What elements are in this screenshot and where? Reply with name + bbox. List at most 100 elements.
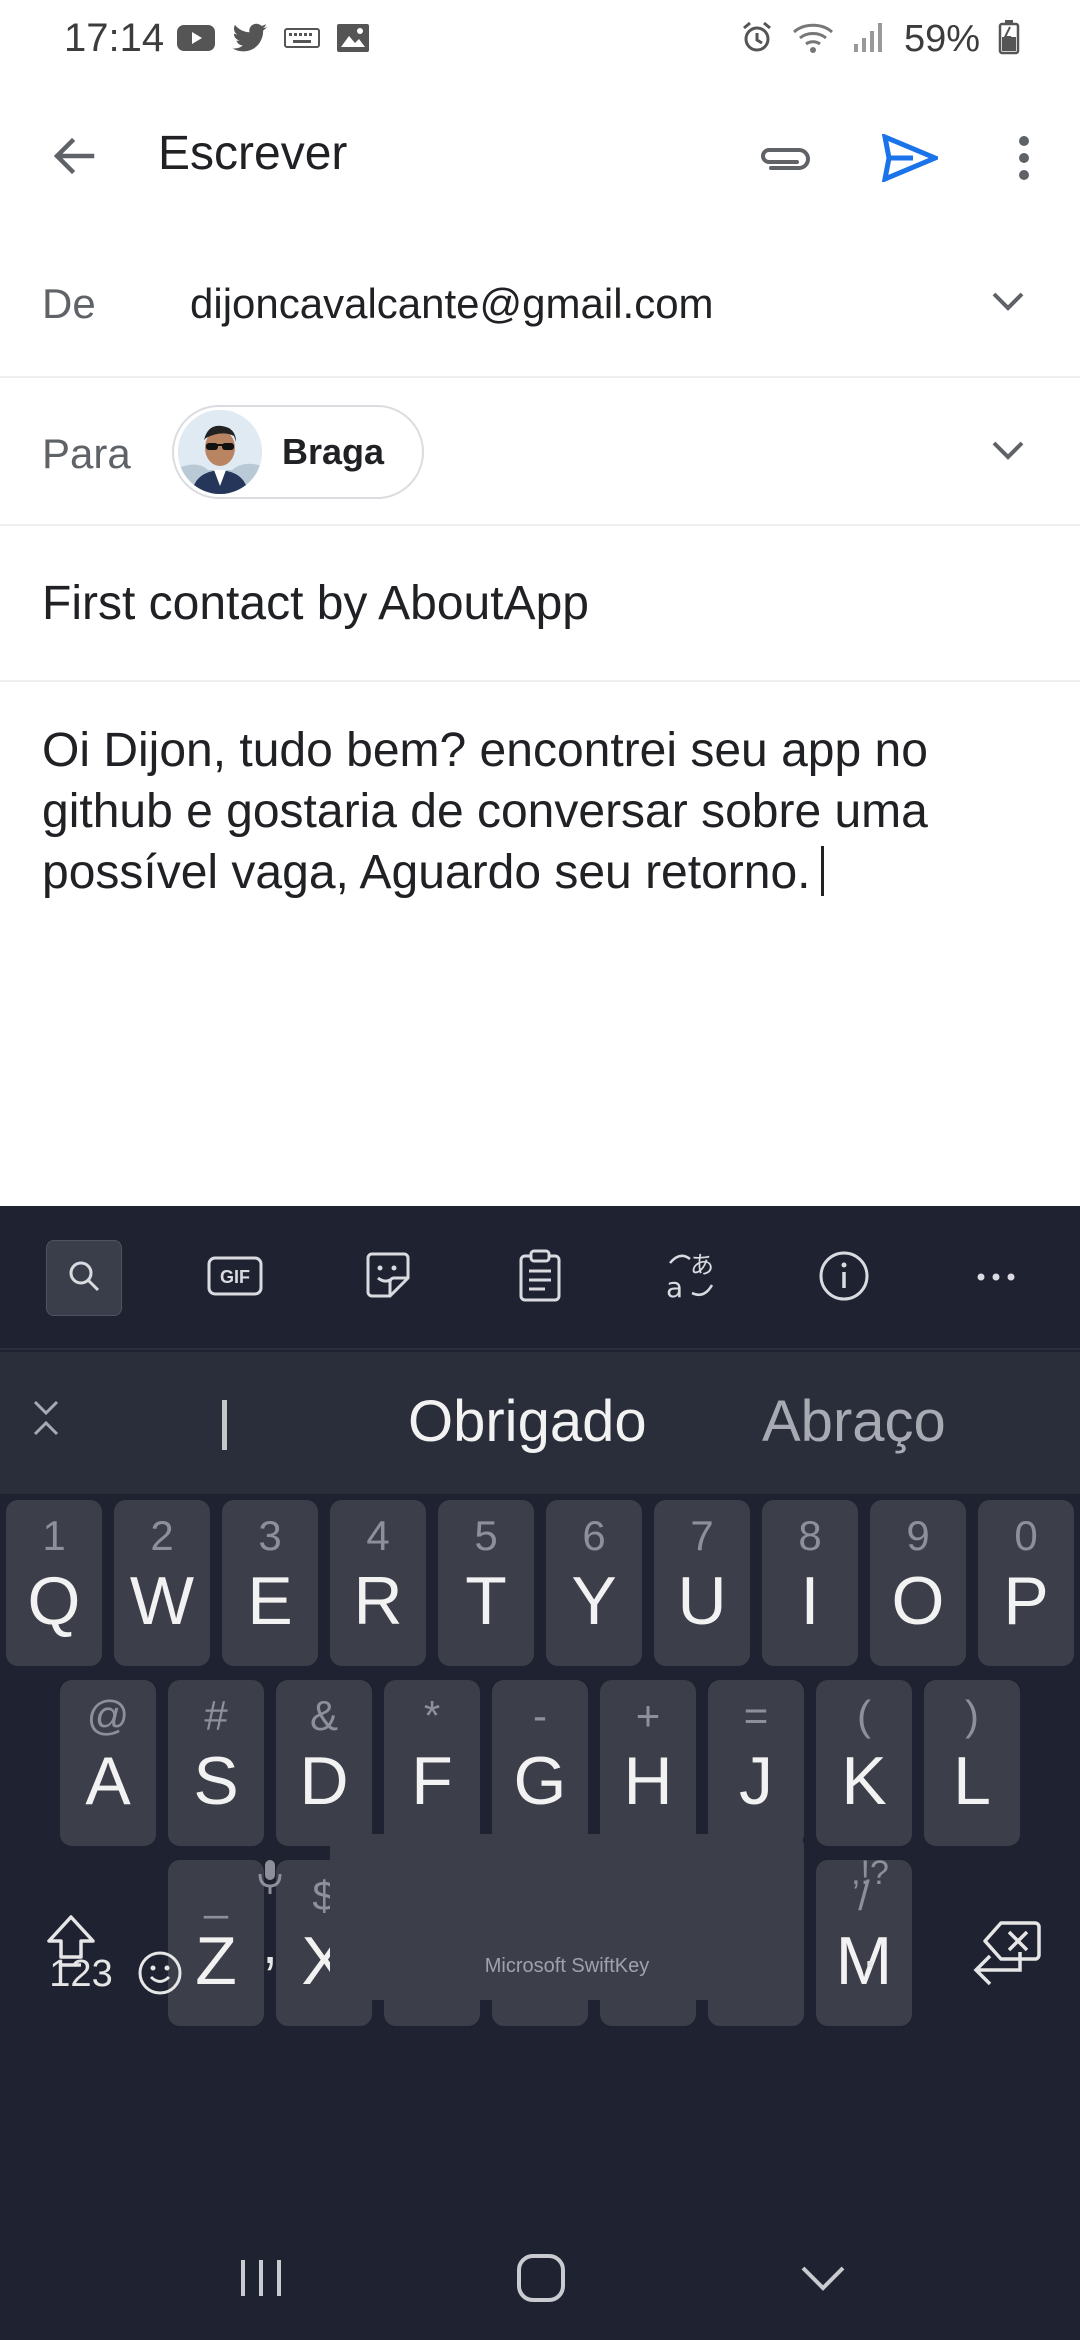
to-row: Para Braga [0,378,1080,526]
recents-icon [239,2258,283,2303]
from-row: De dijoncavalcante@gmail.com [0,228,1080,378]
search-icon [66,1258,102,1299]
battery-icon [998,19,1020,60]
key-d[interactable]: & D [276,1680,372,1846]
backspace-key[interactable] [972,1906,1052,1980]
home-button[interactable] [496,2240,586,2320]
key-k[interactable]: (K [816,1680,912,1846]
key-u[interactable]: 7U [654,1500,750,1666]
key-label: Y [571,1563,617,1639]
key-hint: - [533,1692,547,1739]
key-hint: 4 [366,1512,390,1559]
keyboard-search-button[interactable] [46,1240,122,1316]
key-i[interactable]: 8I [762,1500,858,1666]
svg-text:a: a [666,1271,683,1303]
back-button[interactable] [38,122,110,194]
key-y[interactable]: 6Y [546,1500,642,1666]
clipboard-button[interactable] [502,1240,578,1316]
hide-keyboard-button[interactable] [778,2240,868,2320]
space-key[interactable]: Microsoft SwiftKey [330,1834,804,2000]
translate-button[interactable]: aあ [654,1240,730,1316]
from-field[interactable]: dijoncavalcante@gmail.com [190,280,714,328]
info-icon [818,1250,870,1307]
subject-row: First contact by AboutApp [0,526,1080,682]
microphone-icon [256,1858,284,1903]
more-horiz-icon [976,1269,1016,1287]
status-bar: 17:14 59% [0,0,1080,84]
key-hint: + [635,1692,661,1739]
key-label: O [891,1563,945,1639]
key-s[interactable]: # S [168,1680,264,1846]
emoji-icon [137,1950,183,2001]
info-button[interactable] [806,1240,882,1316]
battery-percent: 59% [903,18,980,60]
key-label: P [1003,1563,1049,1639]
send-button[interactable] [874,124,946,196]
key-t[interactable]: 5T [438,1500,534,1666]
status-time: 17:14 [64,16,165,60]
recipient-chip[interactable]: Braga [172,405,424,499]
youtube-icon [176,23,216,58]
key-hint: 6 [582,1512,606,1559]
shift-icon [45,1913,97,1974]
emoji-key[interactable] [130,1940,190,2010]
to-label: Para [42,430,131,477]
key-hint: = [743,1692,769,1739]
key-hint: * [423,1692,441,1739]
chevron-down-icon [990,289,1026,318]
svg-text:あ: あ [690,1251,714,1279]
message-body[interactable]: Oi Dijon, tudo bem? encontrei seu app no… [42,720,1042,903]
keyboard-icon [284,25,320,56]
key-w[interactable]: 2W [114,1500,210,1666]
translate-icon: aあ [664,1249,720,1308]
close-icon [31,1398,61,1443]
key-label: K [841,1743,887,1819]
key-h[interactable]: + H [600,1680,696,1846]
gif-button[interactable]: GIF [197,1240,273,1316]
from-label: De [42,280,96,327]
key-label: S [193,1743,239,1819]
notification-icons [176,22,370,59]
comma-key[interactable]: , [240,1834,300,2000]
key-e[interactable]: 3E [222,1500,318,1666]
navigation-bar [0,2220,1080,2340]
to-dropdown-button[interactable] [976,420,1040,484]
key-label: U [677,1563,727,1639]
key-hint: 7 [690,1512,714,1559]
gif-icon: GIF [207,1256,263,1301]
arrow-back-icon [50,132,98,185]
keyboard-more-button[interactable] [958,1240,1034,1316]
recents-button[interactable] [216,2240,306,2320]
text-cursor [820,846,824,896]
shift-key[interactable] [34,1906,108,1980]
dismiss-suggestions-button[interactable] [18,1392,74,1448]
key-label: A [85,1743,131,1819]
key-g[interactable]: -G [492,1680,588,1846]
clipboard-icon [518,1249,562,1308]
key-hint: 2 [150,1512,174,1559]
key-r[interactable]: 4R [330,1500,426,1666]
key-a[interactable]: @ A [60,1680,156,1846]
suggestion-item[interactable]: Obrigado [408,1388,647,1455]
comma-label: , [262,1912,278,1975]
sticker-button[interactable] [350,1240,426,1316]
more-options-button[interactable] [988,124,1060,196]
paperclip-icon [755,138,813,183]
key-o[interactable]: 9O [870,1500,966,1666]
key-l[interactable]: ) L [924,1680,1020,1846]
key-label: L [953,1743,991,1819]
period-key[interactable]: ,!? . [840,1834,900,2000]
system-icons: 59% [740,18,1020,61]
key-f[interactable]: * F [384,1680,480,1846]
from-dropdown-button[interactable] [976,271,1040,335]
suggestion-item[interactable]: Abraço [762,1388,946,1455]
subject-field[interactable]: First contact by AboutApp [42,576,589,631]
gif-label: GIF [220,1267,250,1287]
twitter-icon [232,23,268,58]
suggestion-cursor [222,1400,227,1450]
key-p[interactable]: 0P [978,1500,1074,1666]
more-vert-icon [1016,134,1032,187]
key-j[interactable]: = J [708,1680,804,1846]
attach-button[interactable] [748,124,820,196]
key-q[interactable]: 1Q [6,1500,102,1666]
